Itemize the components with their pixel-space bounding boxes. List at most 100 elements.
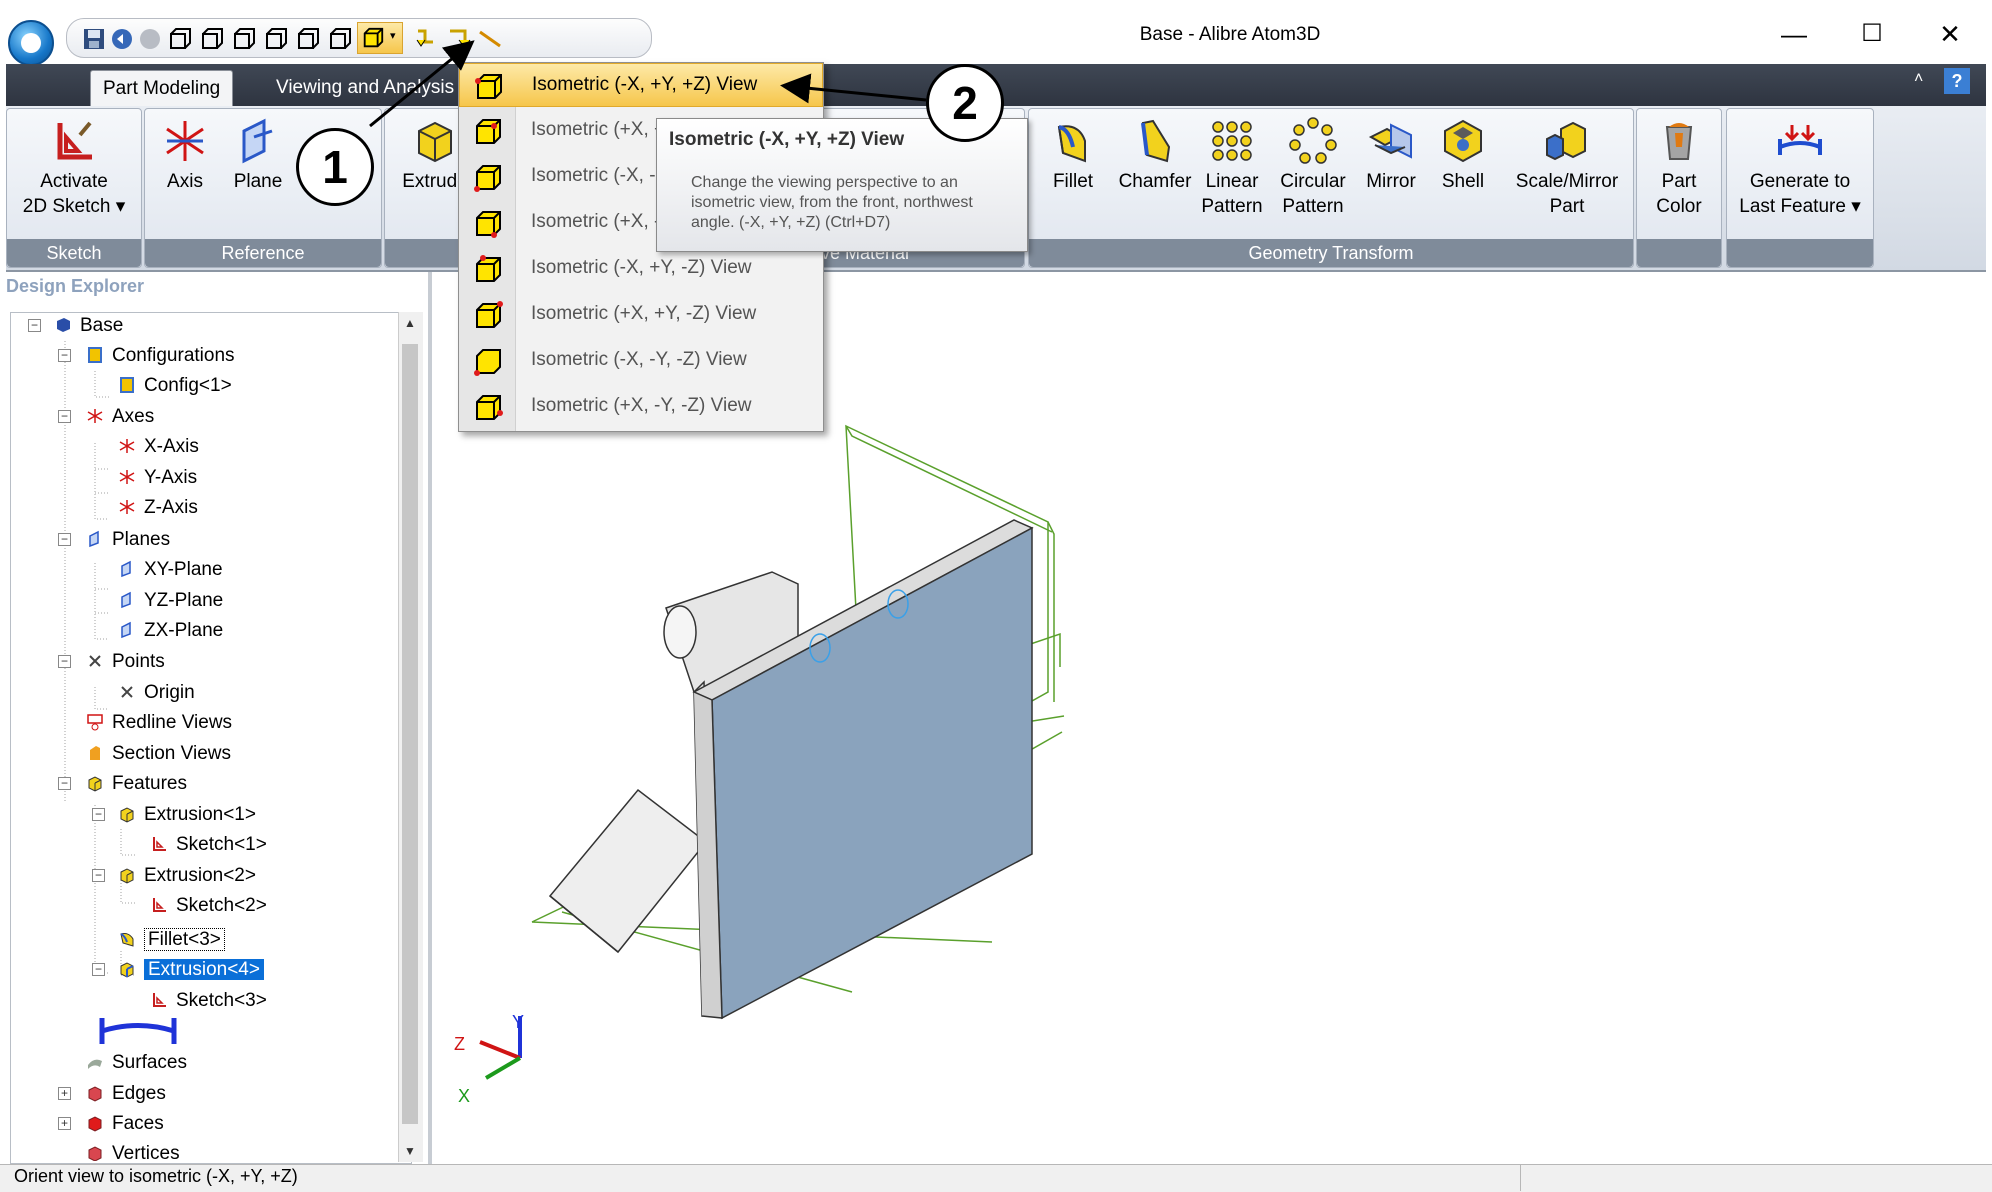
undo-icon[interactable]	[109, 26, 135, 52]
axis-button[interactable]: Axis	[155, 117, 215, 194]
tree-node-yz-plane[interactable]: YZ-Plane	[118, 588, 223, 614]
tree-node-x-axis[interactable]: X-Axis	[118, 434, 199, 460]
next-view-icon[interactable]	[445, 26, 471, 52]
design-tree[interactable]	[10, 312, 412, 1164]
tree-node-label: YZ-Plane	[144, 590, 224, 611]
chamfer-button[interactable]: Chamfer	[1113, 117, 1197, 194]
tree-node-label: Edges	[112, 1083, 166, 1104]
tooltip-title: Isometric (-X, +Y, +Z) View	[669, 129, 905, 150]
shell-button[interactable]: Shell	[1433, 117, 1493, 194]
right-view-icon[interactable]	[263, 26, 289, 52]
plane-label: Plane	[233, 171, 283, 192]
close-button[interactable]: ✕	[1920, 14, 1980, 54]
tab-part-modeling[interactable]: Part Modeling	[90, 70, 234, 107]
top-view-icon[interactable]	[295, 26, 321, 52]
tree-node-redline-views[interactable]: Redline Views	[86, 710, 232, 736]
tree-node-base[interactable]: Base	[54, 313, 123, 339]
tree-node-faces[interactable]: Faces	[86, 1111, 164, 1137]
isometric-view-dropdown-button[interactable]: ▾	[357, 22, 403, 54]
tree-node-config-1[interactable]: Config<1>	[118, 373, 232, 399]
maximize-button[interactable]: ☐	[1842, 14, 1902, 54]
collapse-toggle[interactable]: −	[92, 808, 105, 821]
tree-node-planes[interactable]: Planes	[86, 527, 170, 553]
tree-node-xy-plane[interactable]: XY-Plane	[118, 557, 223, 583]
collapse-toggle[interactable]: −	[58, 655, 71, 668]
activate-2d-sketch-button[interactable]: Activate 2D Sketch ▾	[13, 117, 135, 219]
line-tool-icon[interactable]	[477, 26, 503, 52]
tree-node-label: Points	[112, 651, 165, 672]
collapse-toggle[interactable]: −	[58, 777, 71, 790]
circular-pattern-button[interactable]: Circular Pattern	[1275, 117, 1351, 219]
iso-cube-icon	[476, 395, 503, 420]
back-view-icon[interactable]	[199, 26, 225, 52]
menu-item-label: Isometric (-X, +Y, +Z) View	[532, 74, 758, 95]
mirror-icon	[1368, 123, 1412, 159]
tree-node-label: Base	[80, 315, 124, 336]
fillet-button[interactable]: Fillet	[1043, 117, 1103, 194]
linear-pattern-button[interactable]: Linear Pattern	[1199, 117, 1265, 219]
ribbon-group-geometry-transform: Fillet Chamfer Linear Pattern Circular P…	[1028, 108, 1634, 268]
collapse-toggle[interactable]: −	[58, 533, 71, 546]
tree-node-sketch-2[interactable]: Sketch<2>	[150, 893, 267, 919]
axes-icon	[87, 409, 103, 423]
menu-item-iso-mx-py-pz[interactable]: Isometric (-X, +Y, +Z) View	[459, 63, 823, 107]
expand-toggle[interactable]: +	[58, 1117, 71, 1130]
menu-item-iso-px-my-mz[interactable]: Isometric (+X, -Y, -Z) View	[459, 385, 823, 429]
tree-node-sketch-1[interactable]: Sketch<1>	[150, 832, 267, 858]
rollback-bar-icon[interactable]	[98, 1014, 178, 1048]
previous-view-icon[interactable]	[413, 26, 439, 52]
tree-node-axes[interactable]: Axes	[86, 404, 154, 430]
left-view-icon[interactable]	[231, 26, 257, 52]
generate-to-last-feature-button[interactable]: Generate to Last Feature ▾	[1733, 117, 1867, 219]
collapse-toggle[interactable]: −	[58, 349, 71, 362]
application-menu-button[interactable]	[8, 20, 54, 66]
tree-node-edges[interactable]: Edges	[86, 1081, 166, 1107]
tree-node-zx-plane[interactable]: ZX-Plane	[118, 618, 223, 644]
scroll-down-icon[interactable]: ▼	[404, 1144, 416, 1158]
tree-node-y-axis[interactable]: Y-Axis	[118, 465, 197, 491]
menu-item-iso-mx-my-mz[interactable]: Isometric (-X, -Y, -Z) View	[459, 339, 823, 383]
extrusion-icon	[120, 962, 134, 978]
iso-cube-icon	[476, 255, 501, 282]
save-icon[interactable]	[81, 26, 107, 52]
scale-mirror-part-button[interactable]: Scale/Mirror Part	[1509, 117, 1625, 219]
collapse-toggle[interactable]: −	[58, 410, 71, 423]
part-color-button[interactable]: Part Color	[1643, 117, 1715, 219]
tree-node-features[interactable]: Features	[86, 771, 187, 797]
tree-node-points[interactable]: Points	[86, 649, 165, 675]
tree-node-vertices[interactable]: Vertices	[86, 1141, 180, 1161]
tree-node-extrusion-2[interactable]: Extrusion<2>	[118, 863, 256, 889]
collapse-toggle[interactable]: −	[92, 963, 105, 976]
mirror-button[interactable]: Mirror	[1359, 117, 1423, 194]
redo-icon[interactable]	[137, 26, 163, 52]
plane-button[interactable]: Plane	[223, 117, 293, 194]
collapse-toggle[interactable]: −	[92, 869, 105, 882]
scrollbar-thumb[interactable]	[402, 344, 418, 1124]
front-view-icon[interactable]	[167, 26, 193, 52]
help-button[interactable]: ?	[1944, 68, 1970, 94]
bottom-view-icon[interactable]	[327, 26, 353, 52]
menu-item-iso-mx-py-mz[interactable]: Isometric (-X, +Y, -Z) View	[459, 247, 823, 291]
ribbon-collapse-icon[interactable]: ˄	[1914, 70, 1923, 88]
tree-node-configurations[interactable]: Configurations	[86, 343, 235, 369]
tree-node-extrusion-4[interactable]: Extrusion<4>	[118, 957, 264, 983]
scroll-up-icon[interactable]: ▲	[404, 316, 416, 330]
tree-node-origin[interactable]: Origin	[118, 680, 195, 706]
menu-item-iso-px-py-mz[interactable]: Isometric (+X, +Y, -Z) View	[459, 293, 823, 337]
tree-node-label: Planes	[112, 529, 171, 550]
points-icon	[89, 655, 101, 667]
minimize-button[interactable]: —	[1764, 14, 1824, 54]
tree-node-label: Section Views	[112, 743, 231, 764]
tree-node-extrusion-1[interactable]: Extrusion<1>	[118, 802, 256, 828]
tree-node-z-axis[interactable]: Z-Axis	[118, 495, 198, 521]
iso-cube-icon	[474, 165, 501, 192]
expand-toggle[interactable]: +	[58, 1087, 71, 1100]
tree-node-surfaces[interactable]: Surfaces	[86, 1050, 187, 1076]
tree-node-sketch-3[interactable]: Sketch<3>	[150, 988, 267, 1014]
tree-node-fillet-3[interactable]: Fillet<3>	[118, 927, 225, 953]
linear-pattern-label-1: Linear	[1205, 171, 1259, 192]
tree-node-section-views[interactable]: Section Views	[86, 741, 231, 767]
collapse-toggle[interactable]: −	[28, 319, 41, 332]
part-color-label-2: Color	[1656, 196, 1702, 217]
tab-viewing-and-analysis[interactable]: Viewing and Analysis	[264, 70, 466, 106]
